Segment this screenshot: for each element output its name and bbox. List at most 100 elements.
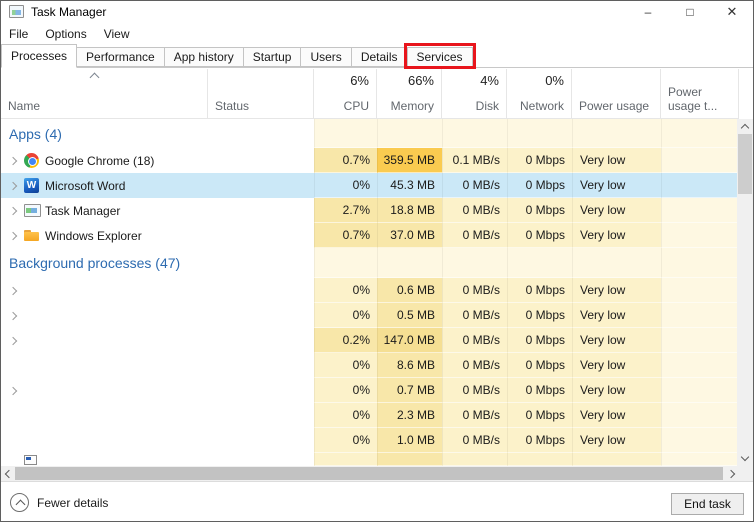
table-row-task-manager[interactable]: Task Manager 2.7% 18.8 MB 0 MB/s 0 Mbps … bbox=[1, 198, 739, 223]
column-header-network[interactable]: 0% Network bbox=[507, 69, 572, 119]
status-cell bbox=[208, 403, 314, 428]
process-name: Task Manager bbox=[45, 204, 120, 218]
table-row[interactable]: 0% 0.6 MB 0 MB/s 0 Mbps Very low bbox=[1, 278, 739, 303]
tab-strip: Processes Performance App history Startu… bbox=[1, 44, 753, 68]
process-name: Google Chrome (18) bbox=[45, 154, 154, 168]
column-header-cpu[interactable]: 6% CPU bbox=[314, 69, 377, 119]
menu-view[interactable]: View bbox=[104, 27, 130, 41]
power-usage-cell: Very low bbox=[572, 198, 661, 223]
column-header-power-usage-trend[interactable]: Power usage t... bbox=[661, 69, 739, 119]
expand-chevron-icon[interactable] bbox=[8, 181, 18, 191]
disk-column-label: Disk bbox=[476, 99, 499, 113]
status-cell bbox=[208, 428, 314, 453]
status-cell bbox=[208, 378, 314, 403]
status-column-label: Status bbox=[215, 99, 249, 113]
power-usage-cell: Very low bbox=[572, 148, 661, 173]
maximize-button[interactable]: □ bbox=[669, 1, 711, 23]
disk-total-value: 4% bbox=[480, 73, 499, 88]
cpu-cell: 0% bbox=[314, 278, 377, 303]
expand-chevron-icon[interactable] bbox=[8, 311, 18, 321]
column-header-memory[interactable]: 66% Memory bbox=[377, 69, 442, 119]
horizontal-scrollbar-thumb[interactable] bbox=[15, 467, 723, 480]
minimize-button[interactable]: – bbox=[627, 1, 669, 23]
power-usage-cell: Very low bbox=[572, 428, 661, 453]
table-row-partial[interactable] bbox=[1, 453, 739, 466]
status-cell bbox=[208, 148, 314, 173]
table-row[interactable]: 0% 0.7 MB 0 MB/s 0 Mbps Very low bbox=[1, 378, 739, 403]
task-manager-window: Task Manager – □ ✕ File Options View Pro… bbox=[0, 0, 754, 522]
power-trend-cell bbox=[661, 428, 739, 453]
expand-chevron-icon[interactable] bbox=[8, 286, 18, 296]
memory-cell: 0.5 MB bbox=[377, 303, 442, 328]
task-manager-icon bbox=[9, 5, 24, 18]
tab-users[interactable]: Users bbox=[301, 47, 351, 67]
fewer-details-toggle[interactable]: Fewer details bbox=[10, 493, 108, 512]
vertical-scrollbar[interactable] bbox=[737, 119, 753, 466]
table-row[interactable]: 0% 0.5 MB 0 MB/s 0 Mbps Very low bbox=[1, 303, 739, 328]
section-header-apps[interactable]: Apps (4) bbox=[1, 119, 739, 148]
fewer-details-label: Fewer details bbox=[37, 496, 108, 510]
end-task-button[interactable]: End task bbox=[671, 493, 744, 515]
memory-cell: 359.5 MB bbox=[377, 148, 442, 173]
network-cell: 0 Mbps bbox=[507, 198, 572, 223]
tab-app-history[interactable]: App history bbox=[165, 47, 244, 67]
tab-details[interactable]: Details bbox=[352, 47, 408, 67]
cpu-column-label: CPU bbox=[344, 99, 369, 113]
table-row-microsoft-word[interactable]: Microsoft Word 0% 45.3 MB 0 MB/s 0 Mbps … bbox=[1, 173, 739, 198]
power-usage-cell: Very low bbox=[572, 403, 661, 428]
power-trend-cell bbox=[661, 328, 739, 353]
column-header-status[interactable]: Status bbox=[208, 69, 314, 119]
column-header-disk[interactable]: 4% Disk bbox=[442, 69, 507, 119]
network-column-label: Network bbox=[520, 99, 564, 113]
scroll-left-icon[interactable] bbox=[4, 470, 12, 478]
menu-bar: File Options View bbox=[1, 23, 753, 44]
tab-processes[interactable]: Processes bbox=[1, 44, 77, 68]
expand-chevron-icon[interactable] bbox=[8, 206, 18, 216]
network-cell: 0 Mbps bbox=[507, 223, 572, 248]
network-cell: 0 Mbps bbox=[507, 353, 572, 378]
memory-cell: 1.0 MB bbox=[377, 428, 442, 453]
tab-services[interactable]: Services bbox=[408, 47, 473, 67]
expand-chevron-icon[interactable] bbox=[8, 386, 18, 396]
name-column-label: Name bbox=[8, 99, 40, 113]
disk-cell: 0 MB/s bbox=[442, 328, 507, 353]
expand-chevron-icon[interactable] bbox=[8, 156, 18, 166]
section-header-background-processes[interactable]: Background processes (47) bbox=[1, 248, 739, 278]
column-header-power-usage[interactable]: Power usage bbox=[572, 69, 661, 119]
memory-total-value: 66% bbox=[408, 73, 434, 88]
disk-cell: 0 MB/s bbox=[442, 303, 507, 328]
cpu-cell: 0.2% bbox=[314, 328, 377, 353]
expand-chevron-icon[interactable] bbox=[8, 231, 18, 241]
horizontal-scrollbar[interactable] bbox=[1, 466, 739, 481]
power-usage-cell: Very low bbox=[572, 353, 661, 378]
vertical-scrollbar-thumb[interactable] bbox=[738, 134, 752, 194]
table-row[interactable]: 0% 1.0 MB 0 MB/s 0 Mbps Very low bbox=[1, 428, 739, 453]
disk-cell: 0.1 MB/s bbox=[442, 148, 507, 173]
menu-options[interactable]: Options bbox=[45, 27, 86, 41]
column-header-name[interactable]: Name bbox=[1, 69, 208, 119]
table-row-windows-explorer[interactable]: Windows Explorer 0.7% 37.0 MB 0 MB/s 0 M… bbox=[1, 223, 739, 248]
expand-chevron-icon[interactable] bbox=[8, 336, 18, 346]
close-button[interactable]: ✕ bbox=[711, 1, 753, 23]
section-title-apps: Apps (4) bbox=[1, 119, 314, 148]
cpu-cell: 0.7% bbox=[314, 148, 377, 173]
table-row-google-chrome[interactable]: Google Chrome (18) 0.7% 359.5 MB 0.1 MB/… bbox=[1, 148, 739, 173]
column-headers: Name Status 6% CPU 66% Memory 4% Disk 0%… bbox=[1, 69, 739, 119]
network-cell: 0 Mbps bbox=[507, 148, 572, 173]
power-trend-cell bbox=[661, 148, 739, 173]
table-row[interactable]: 0% 2.3 MB 0 MB/s 0 Mbps Very low bbox=[1, 403, 739, 428]
menu-file[interactable]: File bbox=[9, 27, 28, 41]
network-cell: 0 Mbps bbox=[507, 403, 572, 428]
scroll-up-icon[interactable] bbox=[741, 123, 749, 131]
process-name: Windows Explorer bbox=[45, 229, 142, 243]
scroll-right-icon[interactable] bbox=[728, 470, 736, 478]
tab-startup[interactable]: Startup bbox=[244, 47, 302, 67]
disk-cell: 0 MB/s bbox=[442, 378, 507, 403]
table-row[interactable]: 0% 8.6 MB 0 MB/s 0 Mbps Very low bbox=[1, 353, 739, 378]
scroll-down-icon[interactable] bbox=[741, 454, 749, 462]
power-trend-cell bbox=[661, 173, 739, 198]
sort-ascending-icon bbox=[91, 72, 98, 79]
table-row[interactable]: 0.2% 147.0 MB 0 MB/s 0 Mbps Very low bbox=[1, 328, 739, 353]
memory-cell: 147.0 MB bbox=[377, 328, 442, 353]
tab-performance[interactable]: Performance bbox=[77, 47, 165, 67]
